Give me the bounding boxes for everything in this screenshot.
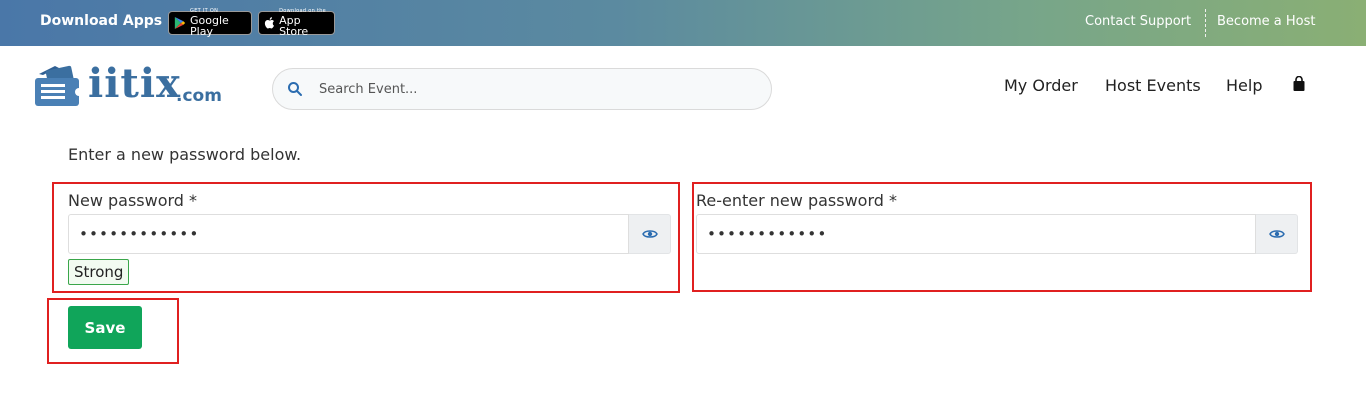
search-icon[interactable] [287,81,303,97]
toggle-new-password-visibility[interactable] [629,214,671,254]
google-play-big-text: Google Play [190,14,229,38]
nav-help[interactable]: Help [1226,76,1262,95]
new-password-label: New password * [68,191,198,210]
nav-my-order[interactable]: My Order [1004,76,1078,95]
save-button[interactable]: Save [68,306,142,349]
app-store-badge[interactable]: Download on the App Store [258,9,335,38]
become-host-link[interactable]: Become a Host [1217,14,1316,29]
nav-host-events[interactable]: Host Events [1105,76,1201,95]
password-strength-badge: Strong [68,259,130,285]
confirm-password-label: Re-enter new password * [696,191,897,210]
new-password-field[interactable]: •••••••••••• [68,214,629,254]
google-play-icon [174,16,186,30]
shopping-bag-icon[interactable] [1292,76,1306,92]
google-play-badge[interactable]: GET IT ON Google Play [168,9,252,38]
confirm-password-field[interactable]: •••••••••••• [696,214,1256,254]
search-input[interactable] [319,79,749,99]
eye-icon [1268,230,1285,238]
app-store-big-text: App Store [279,14,309,38]
apple-icon [264,17,275,29]
logo-text[interactable]: iitix [88,60,181,107]
form-intro-text: Enter a new password below. [68,145,302,164]
eye-icon [641,230,658,238]
top-bar-divider [1205,9,1206,37]
download-apps-label: Download Apps [40,13,163,29]
logo-domain[interactable]: .com [176,86,222,106]
contact-support-link[interactable]: Contact Support [1085,14,1191,29]
top-bar: Download Apps GET IT ON Google Play Down… [0,0,1366,46]
search-bar[interactable] [272,68,772,110]
toggle-confirm-password-visibility[interactable] [1256,214,1298,254]
